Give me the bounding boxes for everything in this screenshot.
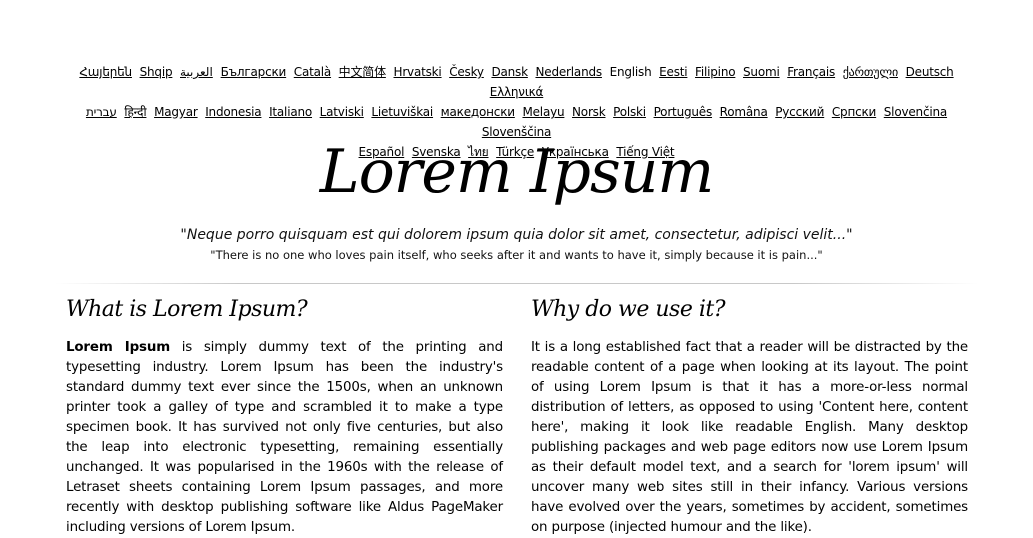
- language-link[interactable]: Shqip: [140, 65, 173, 79]
- language-link[interactable]: हिन्दी: [124, 105, 146, 119]
- language-link[interactable]: Magyar: [154, 105, 198, 119]
- language-link[interactable]: Pyccкий: [775, 105, 824, 119]
- language-link[interactable]: Melayu: [522, 105, 564, 119]
- language-row: Հայերեն Shqip العربية Български Català 中…: [55, 62, 978, 102]
- language-link[interactable]: Català: [294, 65, 331, 79]
- language-link[interactable]: Eesti: [659, 65, 687, 79]
- language-link[interactable]: Italiano: [269, 105, 312, 119]
- section-divider: [55, 283, 978, 284]
- language-link[interactable]: Lietuviškai: [371, 105, 433, 119]
- language-link[interactable]: Indonesia: [205, 105, 261, 119]
- language-link[interactable]: 中文简体: [339, 65, 386, 79]
- page-title: Lorem Ipsum: [319, 137, 715, 207]
- section-body: Lorem Ipsum is simply dummy text of the …: [66, 338, 503, 538]
- language-link[interactable]: עברית: [86, 105, 117, 119]
- language-link[interactable]: Suomi: [743, 65, 780, 79]
- body-text: is simply dummy text of the printing and…: [66, 340, 503, 535]
- section-heading: Why do we use it?: [531, 297, 726, 322]
- language-link[interactable]: Norsk: [572, 105, 606, 119]
- language-link[interactable]: Filipino: [695, 65, 736, 79]
- language-link[interactable]: Latviski: [320, 105, 364, 119]
- language-link[interactable]: Nederlands: [535, 65, 602, 79]
- language-link[interactable]: Português: [654, 105, 713, 119]
- english-quote: "There is no one who loves pain itself, …: [210, 248, 823, 262]
- what-is-section: What is Lorem Ipsum? Lorem Ipsum is simp…: [66, 294, 503, 538]
- language-link[interactable]: Slovenčina: [884, 105, 947, 119]
- bold-lead: Lorem Ipsum: [66, 340, 171, 355]
- language-link[interactable]: Български: [221, 65, 287, 79]
- language-link[interactable]: македонски: [441, 105, 515, 119]
- language-link[interactable]: Hrvatski: [394, 65, 442, 79]
- language-link[interactable]: ქართული: [843, 65, 898, 79]
- section-body: It is a long established fact that a rea…: [531, 340, 968, 535]
- language-link[interactable]: Româna: [720, 105, 768, 119]
- why-use-section: Why do we use it? It is a long establish…: [531, 294, 968, 538]
- language-link[interactable]: Ελληνικά: [490, 85, 544, 99]
- section-heading: What is Lorem Ipsum?: [66, 297, 308, 322]
- latin-quote: "Neque porro quisquam est qui dolorem ip…: [180, 227, 853, 243]
- language-link[interactable]: Česky: [449, 65, 484, 79]
- language-current: English: [609, 65, 652, 79]
- language-link[interactable]: Polski: [613, 105, 646, 119]
- language-link[interactable]: Deutsch: [906, 65, 954, 79]
- language-link[interactable]: Հայերեն: [79, 65, 132, 79]
- language-link[interactable]: Dansk: [491, 65, 528, 79]
- language-link[interactable]: Français: [787, 65, 835, 79]
- language-link[interactable]: Српски: [832, 105, 876, 119]
- language-link[interactable]: العربية: [180, 65, 213, 79]
